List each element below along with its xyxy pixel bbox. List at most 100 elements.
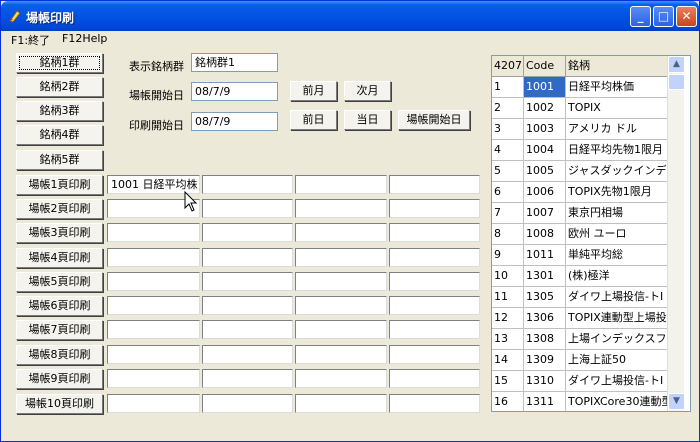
grid-cell[interactable]: ジャスダックインデ bbox=[566, 161, 668, 182]
grid-cell[interactable]: 6 bbox=[492, 182, 524, 203]
grid-cell[interactable]: 1005 bbox=[524, 161, 566, 182]
group-4-button[interactable]: 銘柄4群 bbox=[16, 125, 103, 145]
page-slot-cell[interactable] bbox=[107, 248, 200, 267]
grid-cell[interactable]: ダイワ上場投信-トI bbox=[566, 287, 668, 308]
page-slot-cell[interactable] bbox=[107, 223, 200, 242]
grid-cell[interactable]: 1306 bbox=[524, 308, 566, 329]
grid-cell[interactable]: 1301 bbox=[524, 266, 566, 287]
grid-cell[interactable]: 15 bbox=[492, 371, 524, 392]
grid-cell[interactable]: 11 bbox=[492, 287, 524, 308]
grid-cell[interactable]: 13 bbox=[492, 329, 524, 350]
today-button[interactable]: 当日 bbox=[344, 110, 391, 130]
grid-cell[interactable]: 1007 bbox=[524, 203, 566, 224]
prev-month-button[interactable]: 前月 bbox=[290, 81, 337, 101]
grid-cell[interactable]: 1002 bbox=[524, 98, 566, 119]
grid-cell[interactable]: 日経平均先物1限月 bbox=[566, 140, 668, 161]
grid-cell[interactable]: 1003 bbox=[524, 119, 566, 140]
table-row[interactable]: 14 1309 上海上証50 bbox=[492, 350, 668, 371]
menu-exit[interactable]: F1:終了 bbox=[11, 32, 50, 48]
ledger-start-button[interactable]: 場帳開始日 bbox=[398, 110, 470, 130]
page-slot-cell[interactable] bbox=[107, 320, 200, 339]
grid-cell[interactable]: 日経平均株価 bbox=[566, 77, 668, 98]
grid-cell[interactable]: 14 bbox=[492, 350, 524, 371]
grid-cell[interactable]: 1 bbox=[492, 77, 524, 98]
page-print-button[interactable]: 場帳1頁印刷 bbox=[16, 175, 103, 195]
grid-cell[interactable]: TOPIXCore30連動型 bbox=[566, 392, 668, 411]
table-row[interactable]: 6 1006 TOPIX先物1限月 bbox=[492, 182, 668, 203]
page-slot-cell[interactable] bbox=[295, 394, 387, 413]
next-month-button[interactable]: 次月 bbox=[344, 81, 391, 101]
page-slot-cell[interactable] bbox=[389, 223, 480, 242]
maximize-icon[interactable]: □ bbox=[653, 6, 674, 27]
page-slot-cell[interactable] bbox=[202, 199, 293, 218]
grid-cell[interactable]: 2 bbox=[492, 98, 524, 119]
grid-cell[interactable]: 1001 bbox=[524, 77, 566, 98]
table-row[interactable]: 8 1008 欧州 ユーロ bbox=[492, 224, 668, 245]
page-slot-cell[interactable] bbox=[295, 175, 387, 194]
grid-cell[interactable]: TOPIX bbox=[566, 98, 668, 119]
grid-cell[interactable]: 10 bbox=[492, 266, 524, 287]
grid-cell[interactable]: 1006 bbox=[524, 182, 566, 203]
grid-cell[interactable]: 1011 bbox=[524, 245, 566, 266]
page-slot-cell[interactable] bbox=[389, 296, 480, 315]
grid-cell[interactable]: 9 bbox=[492, 245, 524, 266]
grid-cell[interactable]: 16 bbox=[492, 392, 524, 411]
page-slot-cell[interactable] bbox=[389, 369, 480, 388]
group-1-button[interactable]: 銘柄1群 bbox=[16, 53, 103, 73]
page-slot-cell[interactable] bbox=[389, 199, 480, 218]
table-row[interactable]: 15 1310 ダイワ上場投信-トI bbox=[492, 371, 668, 392]
table-row[interactable]: 4 1004 日経平均先物1限月 bbox=[492, 140, 668, 161]
table-row[interactable]: 2 1002 TOPIX bbox=[492, 98, 668, 119]
page-slot-cell[interactable] bbox=[295, 199, 387, 218]
page-print-button[interactable]: 場帳9頁印刷 bbox=[16, 369, 103, 389]
table-row[interactable]: 12 1306 TOPIX連動型上場投 bbox=[492, 308, 668, 329]
page-slot-cell[interactable] bbox=[389, 320, 480, 339]
table-row[interactable]: 16 1311 TOPIXCore30連動型 bbox=[492, 392, 668, 411]
page-slot-cell[interactable] bbox=[202, 272, 293, 291]
grid-cell[interactable]: 1305 bbox=[524, 287, 566, 308]
page-slot-cell[interactable] bbox=[295, 369, 387, 388]
page-slot-cell[interactable] bbox=[295, 272, 387, 291]
page-slot-cell[interactable] bbox=[295, 296, 387, 315]
page-slot-cell[interactable] bbox=[202, 345, 293, 364]
grid-cell[interactable]: 単純平均総 bbox=[566, 245, 668, 266]
grid-cell[interactable]: 12 bbox=[492, 308, 524, 329]
grid-cell[interactable]: 上場インデックスフ bbox=[566, 329, 668, 350]
grid-cell[interactable]: 8 bbox=[492, 224, 524, 245]
page-slot-cell[interactable] bbox=[389, 394, 480, 413]
page-slot-cell[interactable] bbox=[295, 320, 387, 339]
minimize-icon[interactable]: _ bbox=[630, 6, 651, 27]
page-slot-cell[interactable] bbox=[202, 223, 293, 242]
scroll-up-icon[interactable]: ▲ bbox=[668, 56, 685, 73]
grid-cell[interactable]: 3 bbox=[492, 119, 524, 140]
page-print-button[interactable]: 場帳2頁印刷 bbox=[16, 199, 103, 219]
grid-cell[interactable]: 1309 bbox=[524, 350, 566, 371]
stock-grid[interactable]: 4207 Code 銘柄 1 1001 日経平均株価 2 1002 TOPIX 3 1003 アメリカ… bbox=[491, 55, 691, 412]
grid-cell[interactable]: 5 bbox=[492, 161, 524, 182]
page-print-button[interactable]: 場帳8頁印刷 bbox=[16, 345, 103, 365]
table-row[interactable]: 9 1011 単純平均総 bbox=[492, 245, 668, 266]
grid-cell[interactable]: アメリカ ドル bbox=[566, 119, 668, 140]
page-print-button[interactable]: 場帳4頁印刷 bbox=[16, 248, 103, 268]
menu-help[interactable]: F12Help bbox=[62, 32, 107, 45]
page-slot-cell[interactable] bbox=[202, 296, 293, 315]
grid-cell[interactable]: 4 bbox=[492, 140, 524, 161]
table-row[interactable]: 5 1005 ジャスダックインデ bbox=[492, 161, 668, 182]
grid-cell[interactable]: 7 bbox=[492, 203, 524, 224]
page-slot-cell[interactable] bbox=[389, 272, 480, 291]
page-slot-cell[interactable] bbox=[107, 369, 200, 388]
table-row[interactable]: 1 1001 日経平均株価 bbox=[492, 77, 668, 98]
grid-cell[interactable]: 1008 bbox=[524, 224, 566, 245]
page-slot-cell[interactable] bbox=[107, 345, 200, 364]
table-row[interactable]: 13 1308 上場インデックスフ bbox=[492, 329, 668, 350]
page-slot-cell[interactable] bbox=[295, 345, 387, 364]
grid-scrollbar[interactable]: ▲ ▼ bbox=[667, 56, 685, 411]
page-slot-cell[interactable] bbox=[202, 320, 293, 339]
grid-cell[interactable]: 1311 bbox=[524, 392, 566, 411]
group-3-button[interactable]: 銘柄3群 bbox=[16, 101, 103, 121]
page-slot-cell[interactable] bbox=[107, 394, 200, 413]
page-print-button[interactable]: 場帳5頁印刷 bbox=[16, 272, 103, 292]
page-print-button[interactable]: 場帳6頁印刷 bbox=[16, 296, 103, 316]
page-slot-cell[interactable] bbox=[107, 296, 200, 315]
table-row[interactable]: 10 1301 (株)極洋 bbox=[492, 266, 668, 287]
